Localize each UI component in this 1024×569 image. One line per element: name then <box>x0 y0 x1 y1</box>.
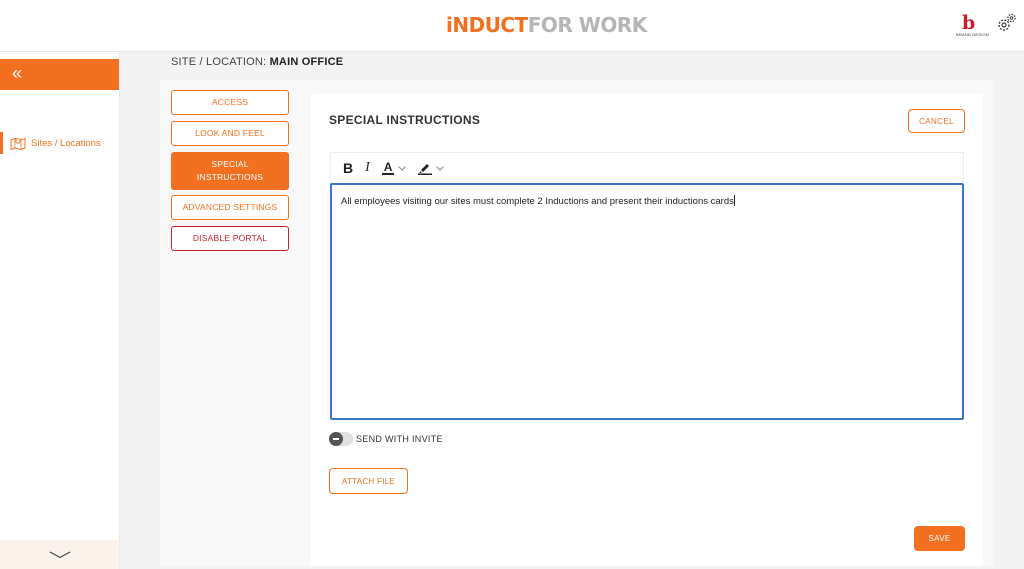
panel-title: SPECIAL INSTRUCTIONS <box>329 113 481 127</box>
send-with-invite-toggle[interactable] <box>329 432 353 446</box>
text-caret <box>733 195 735 206</box>
app-logo: iNDUCTFOR WORK <box>446 13 647 37</box>
sidebar-collapse-button[interactable]: « <box>0 59 119 90</box>
chevron-down-icon <box>436 165 445 171</box>
disable-portal-button[interactable]: DISABLE PORTAL <box>171 226 289 251</box>
tab-advanced-settings[interactable]: ADVANCED SETTINGS <box>171 195 289 220</box>
send-with-invite-label: SEND WITH INVITE <box>356 434 443 444</box>
toggle-knob <box>329 432 343 446</box>
tab-access[interactable]: ACCESS <box>171 90 289 115</box>
italic-button[interactable]: I <box>365 160 370 176</box>
sidebar-item-label: Sites / Locations <box>31 137 101 149</box>
chevron-down-icon <box>398 165 407 171</box>
chevron-down-icon <box>49 550 70 558</box>
logo-part-for-work: FOR WORK <box>527 13 648 37</box>
editor-toolbar: B I A <box>330 152 964 183</box>
sidebar-expand-toggle[interactable] <box>0 540 119 569</box>
map-location-icon <box>10 137 26 150</box>
save-button[interactable]: SAVE <box>914 526 965 551</box>
tab-special-line2: INSTRUCTIONS <box>196 172 264 182</box>
sidebar-item-sites-locations[interactable]: Sites / Locations <box>0 132 119 154</box>
attach-file-button[interactable]: ATTACH FILE <box>329 468 408 494</box>
highlight-color-button[interactable] <box>418 162 445 175</box>
highlighter-icon <box>418 163 433 175</box>
brand-design-logo[interactable]: b BRAND DESIGN <box>956 12 989 38</box>
tab-special-line1: SPECIAL <box>211 159 249 169</box>
bold-button[interactable]: B <box>343 160 353 176</box>
brand-text: BRAND DESIGN <box>956 32 989 37</box>
gear-icon[interactable] <box>996 12 1018 34</box>
special-instructions-editor[interactable]: All employees visiting our sites must co… <box>330 183 964 420</box>
cancel-button[interactable]: CANCEL <box>908 109 965 133</box>
brand-letter: b <box>962 12 976 34</box>
breadcrumb-prefix: SITE / LOCATION: <box>171 56 267 68</box>
editor-text: All employees visiting our sites must co… <box>341 196 734 207</box>
sidebar: « Sites / Locations <box>0 52 120 569</box>
text-color-icon: A <box>381 160 395 175</box>
top-header: iNDUCTFOR WORK b BRAND DESIGN <box>0 0 1024 52</box>
breadcrumb-location: MAIN OFFICE <box>269 56 344 68</box>
text-color-button[interactable]: A <box>381 160 407 175</box>
logo-part-induct: iNDUCT <box>446 13 528 37</box>
tab-special-instructions[interactable]: SPECIAL INSTRUCTIONS <box>171 152 289 190</box>
tab-look-and-feel[interactable]: LOOK AND FEEL <box>171 121 289 146</box>
breadcrumb: SITE / LOCATION: MAIN OFFICE <box>171 56 343 68</box>
